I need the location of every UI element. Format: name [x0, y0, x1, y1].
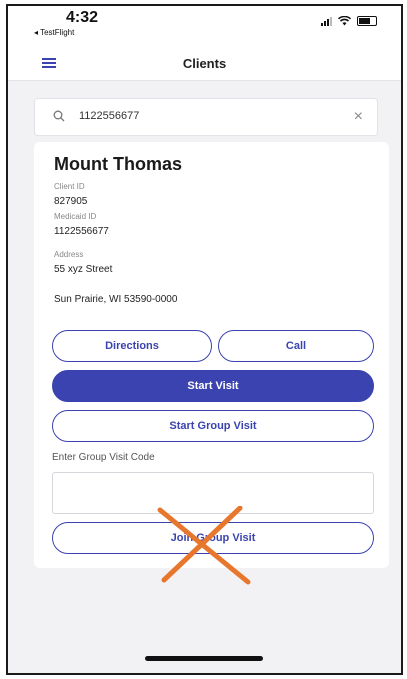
- back-to-app-link[interactable]: ◂ TestFlight: [34, 28, 74, 37]
- clear-search-icon[interactable]: ×: [354, 108, 363, 126]
- page-title: Clients: [182, 56, 227, 71]
- start-group-visit-button[interactable]: Start Group Visit: [52, 410, 374, 442]
- address-line2: Sun Prairie, WI 53590-0000: [54, 294, 178, 305]
- call-button[interactable]: Call: [218, 330, 374, 362]
- client-id-value: 827905: [54, 196, 88, 207]
- signal-icon: [321, 16, 332, 26]
- start-visit-button[interactable]: Start Visit: [52, 370, 374, 402]
- search-icon: [53, 110, 65, 122]
- join-group-visit-button[interactable]: Join Group Visit: [52, 522, 374, 554]
- status-time: 4:32: [66, 9, 99, 26]
- wifi-icon: [338, 16, 351, 26]
- battery-icon: [357, 16, 377, 26]
- phone-frame: 4:32 ◂ TestFlight Clients 1122556677 × M…: [6, 4, 403, 675]
- directions-button[interactable]: Directions: [52, 330, 212, 362]
- address-label: Address: [54, 250, 84, 259]
- home-indicator[interactable]: [145, 656, 263, 661]
- client-id-label: Client ID: [54, 182, 85, 191]
- status-bar: 4:32 ◂ TestFlight: [8, 6, 401, 46]
- group-code-label: Enter Group Visit Code: [52, 452, 155, 463]
- client-name: Mount Thomas: [54, 154, 182, 174]
- medicaid-id-label: Medicaid ID: [54, 212, 97, 221]
- search-input[interactable]: 1122556677 ×: [34, 98, 378, 136]
- status-icons: [321, 16, 377, 26]
- medicaid-id-value: 1122556677: [54, 226, 109, 237]
- address-line1: 55 xyz Street: [54, 264, 113, 275]
- search-value: 1122556677: [79, 110, 140, 122]
- app-header: Clients: [8, 46, 401, 81]
- client-card: Mount Thomas Client ID 827905 Medicaid I…: [34, 142, 389, 568]
- group-code-input[interactable]: [52, 472, 374, 514]
